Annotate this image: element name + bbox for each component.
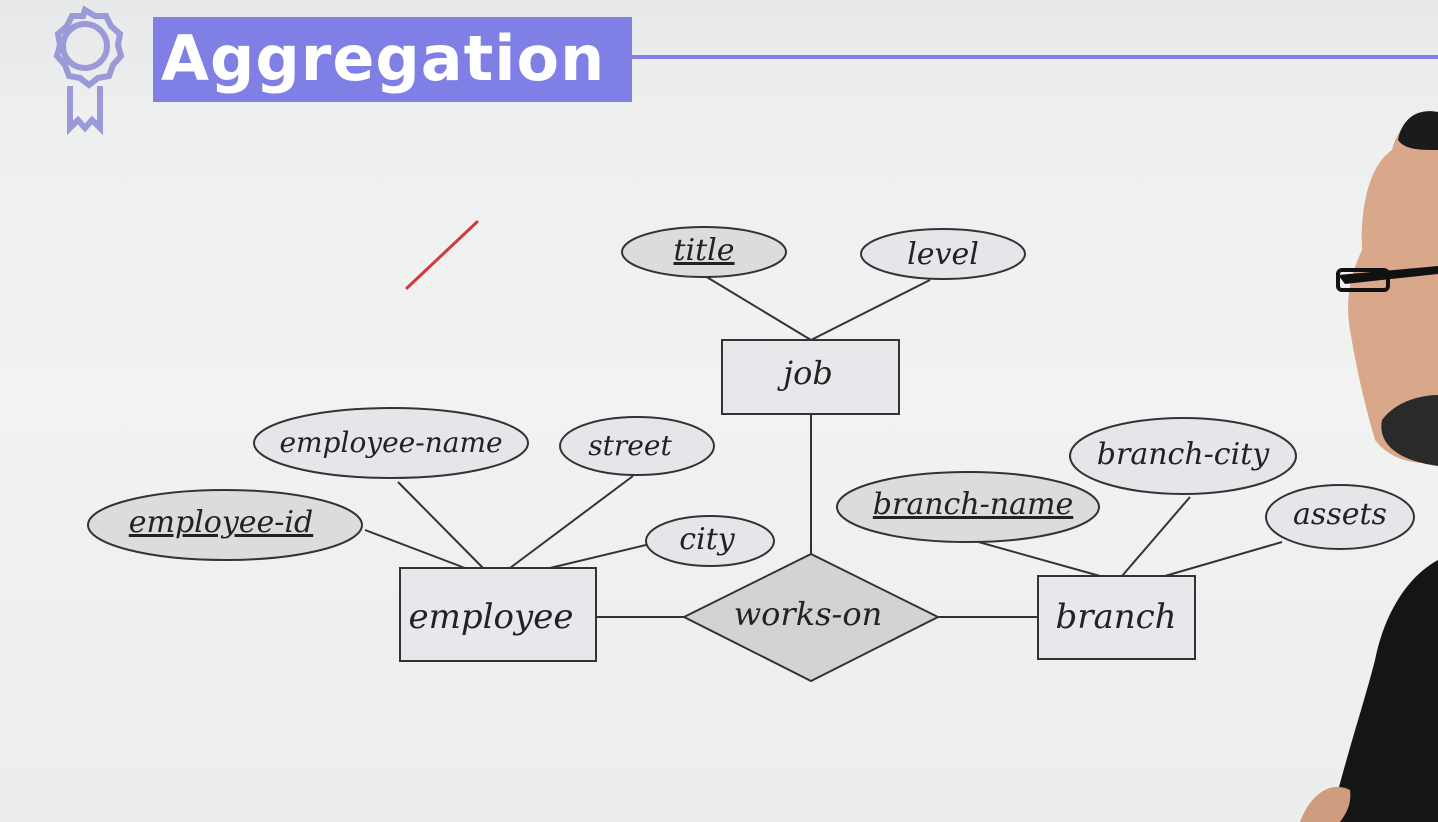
attribute-title-label: title (673, 233, 734, 268)
attribute-assets-label: assets (1293, 497, 1387, 532)
attribute-street-label: street (588, 429, 672, 462)
entity-employee: employee (399, 567, 597, 662)
entity-branch: branch (1037, 575, 1196, 660)
attribute-branch-city-label: branch-city (1097, 437, 1270, 472)
entity-branch-label: branch (1055, 597, 1176, 637)
attribute-city-label: city (679, 522, 735, 557)
attribute-employee-name: employee-name (253, 407, 529, 479)
attribute-level-label: level (907, 237, 979, 272)
award-badge-icon (53, 5, 125, 136)
diagram-canvas: title level employee-name street employe… (53, 5, 1438, 822)
attribute-employee-id: employee-id (87, 489, 363, 561)
attribute-level: level (860, 228, 1026, 280)
relationship-works-on-label: works-on (734, 595, 882, 633)
relationship-works-on: works-on (681, 552, 941, 683)
entity-employee-label: employee (409, 597, 574, 637)
attribute-branch-city: branch-city (1069, 417, 1297, 495)
attribute-employee-name-label: employee-name (279, 426, 502, 459)
entity-job: job (721, 339, 900, 415)
attribute-branch-name: branch-name (836, 471, 1100, 543)
entity-job-label: job (777, 354, 833, 392)
attribute-street: street (559, 416, 715, 476)
attribute-employee-id-label: employee-id (129, 505, 313, 540)
attribute-title: title (621, 226, 787, 278)
red-pen-annotation (405, 220, 479, 290)
presenter-figure (1300, 111, 1438, 822)
attribute-branch-name-label: branch-name (873, 487, 1073, 522)
attribute-assets: assets (1265, 484, 1415, 550)
attribute-city: city (645, 515, 775, 567)
